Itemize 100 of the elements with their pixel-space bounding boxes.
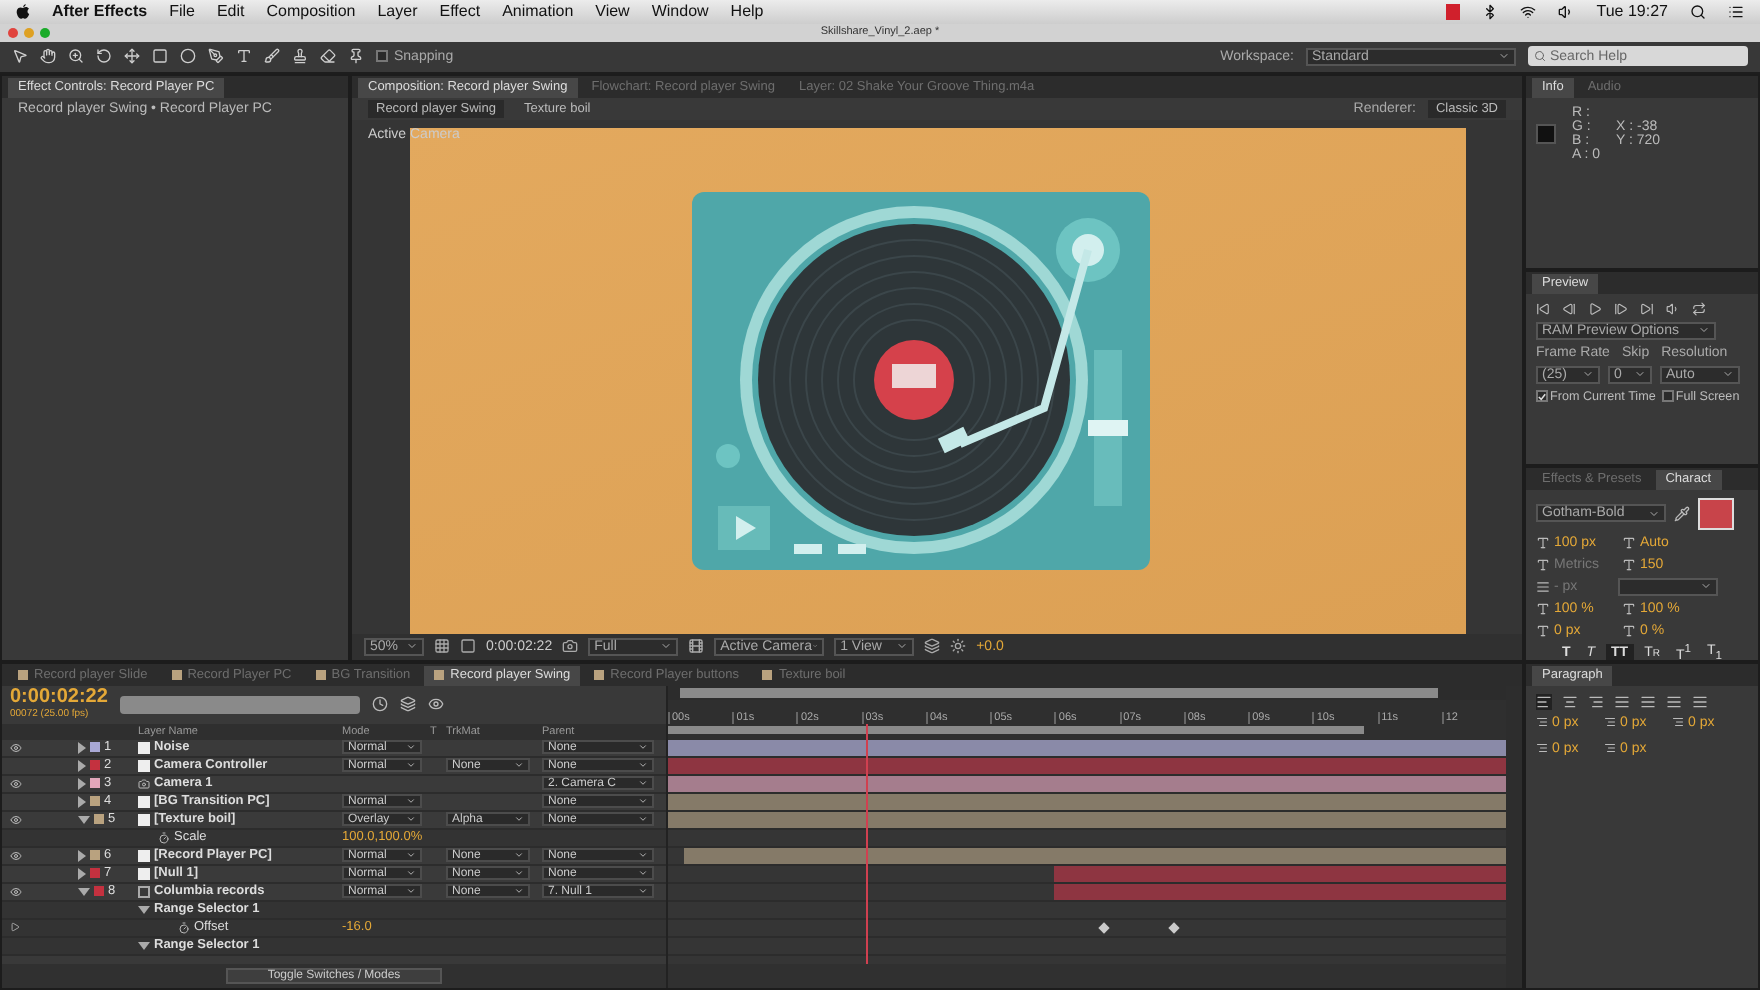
stamp-icon[interactable] [292,48,308,65]
pointer-icon[interactable] [12,48,28,65]
rotate-icon[interactable] [96,48,112,65]
rectangle-icon[interactable] [152,48,168,65]
type-size-icon [1536,535,1550,550]
first-frame-icon[interactable] [1536,301,1550,316]
app-menu[interactable]: After Effects [52,2,148,21]
align-icon[interactable] [1588,693,1604,710]
last-frame-icon[interactable] [1640,301,1654,316]
type-icon[interactable] [236,48,252,65]
align-icon[interactable] [1614,693,1630,710]
region-icon[interactable] [460,638,476,655]
caret-icon[interactable] [1498,50,1510,63]
align-icon[interactable] [1562,693,1578,710]
layers-icon[interactable] [399,696,416,713]
exposure-icon[interactable] [950,638,967,655]
film-icon[interactable] [688,638,705,655]
checkbox[interactable] [1661,390,1674,403]
audio-icon[interactable] [1666,301,1680,316]
next-frame-icon[interactable] [1614,301,1628,316]
snapping-checkbox[interactable] [376,50,388,63]
grid-icon[interactable] [434,638,450,655]
align-icon[interactable] [1536,693,1552,710]
play-icon[interactable] [1588,301,1602,316]
hand-icon[interactable] [40,48,56,65]
pen-icon[interactable] [208,48,224,65]
pin-icon[interactable] [348,48,364,65]
move-icon[interactable] [124,48,140,65]
ellipse-icon[interactable] [180,48,196,65]
caret-icon[interactable] [896,640,909,653]
menu-item[interactable]: Help [730,2,764,21]
menu-item[interactable]: Effect [439,2,481,21]
label-color[interactable] [94,886,104,897]
align-icon[interactable] [1640,693,1656,710]
eye-icon[interactable] [10,813,22,826]
eye-icon[interactable] [10,777,22,790]
menu-item[interactable]: Animation [502,2,574,21]
layers-icon[interactable] [924,638,941,655]
work-area-bar[interactable] [668,725,1364,734]
menu-item[interactable]: Composition [266,2,356,21]
caret-icon[interactable] [514,760,524,771]
time-navigator[interactable] [680,687,1437,698]
indent-icon [1604,716,1616,729]
caret-icon[interactable] [1700,580,1712,593]
align-icon[interactable] [1666,693,1682,710]
caret-icon[interactable] [660,640,673,653]
brush-icon[interactable] [264,48,280,65]
menu-item[interactable]: Edit [216,2,245,21]
caret-icon[interactable] [514,814,524,825]
list-icon[interactable] [1728,3,1744,20]
wifi-icon [1520,3,1537,20]
stopwatch-icon[interactable] [178,921,190,934]
label-color[interactable] [90,742,100,753]
close-icon[interactable] [8,27,18,38]
previous-frame-icon[interactable] [1562,301,1576,316]
fill-color-swatch[interactable] [1698,497,1734,530]
scale-icon [1622,623,1636,638]
menu-item[interactable]: File [169,2,195,21]
clock-icon[interactable] [371,696,388,713]
caret-icon[interactable] [1722,368,1734,381]
layer-search-field[interactable] [119,695,360,714]
clock: Tue 19:27 [1596,2,1668,21]
label-color[interactable] [90,796,100,807]
zoom-icon[interactable] [68,48,84,65]
eye-icon[interactable] [10,741,22,754]
eraser-icon[interactable] [320,48,336,65]
eyedropper-icon[interactable] [1674,505,1690,522]
caret-icon[interactable] [406,640,418,653]
camera-icon [138,777,150,790]
menu-item[interactable]: View [595,2,630,21]
disclosure-triangle[interactable] [138,941,150,950]
stopwatch-icon[interactable] [158,831,170,844]
label-color[interactable] [90,850,100,861]
label-color[interactable] [90,778,100,789]
caret-icon[interactable] [1648,507,1660,520]
label-color[interactable] [94,814,104,825]
type-size-icon [1622,535,1636,550]
eye-icon[interactable] [10,885,22,898]
eye-icon[interactable] [10,849,22,862]
keyframe-icon[interactable] [1098,921,1110,933]
loop-icon[interactable] [1692,301,1706,316]
status-icon [1446,3,1461,20]
menu-item[interactable]: Layer [377,2,418,21]
search-icon[interactable] [1690,3,1706,20]
indent-icon [1536,742,1548,755]
align-icon[interactable] [1692,693,1708,710]
color-sample [1536,123,1556,144]
caret-icon[interactable] [1634,368,1646,381]
eye-icon[interactable] [427,696,444,713]
caret-icon[interactable] [1698,324,1710,337]
caret-icon[interactable] [1582,368,1594,381]
keyframe-icon[interactable] [1168,921,1180,933]
camera-icon[interactable] [562,638,579,655]
keyframe-nav-icon[interactable] [10,922,20,933]
label-color[interactable] [90,868,100,879]
type-size-icon [1536,557,1550,572]
indent-icon [1672,716,1684,729]
checkbox[interactable] [1536,390,1548,403]
label-color[interactable] [90,760,100,771]
menu-item[interactable]: Window [651,2,709,21]
